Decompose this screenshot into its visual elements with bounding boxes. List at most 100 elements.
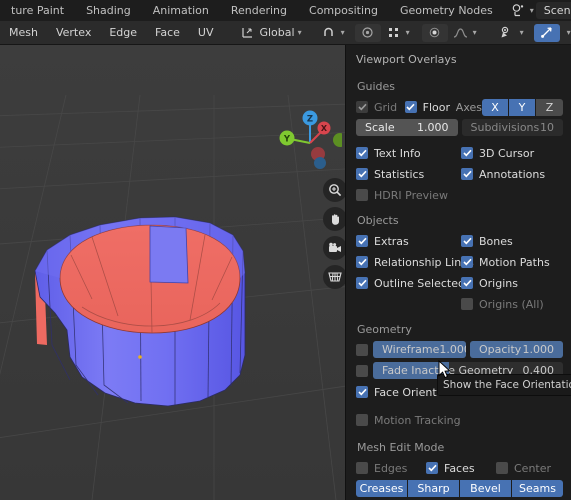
toggle-seams[interactable]: Seams — [512, 480, 563, 497]
transform-orientation-value: Global — [259, 26, 295, 39]
checkbox-wireframe[interactable] — [356, 343, 368, 356]
checkbox-floor[interactable]: Floor — [404, 101, 452, 114]
checkbox-label: Relationship Lines — [374, 255, 474, 269]
toggle-creases[interactable]: Creases — [356, 480, 408, 497]
snap-toggle[interactable]: ▾ — [316, 24, 349, 42]
checkbox-motion-paths[interactable]: Motion Paths — [461, 256, 550, 269]
mouse-cursor — [438, 359, 451, 382]
checkbox-label: 3D Cursor — [479, 146, 535, 160]
checkbox-edges[interactable]: Edges — [356, 462, 426, 475]
objects-row-4: Origins (All) — [356, 295, 563, 313]
checkbox-box — [356, 101, 368, 113]
chevron-down-icon: ▾ — [340, 28, 345, 37]
scale-value: 1.000 — [417, 121, 449, 134]
objects-row-2: Relationship Lines Motion Paths — [356, 253, 563, 271]
mesh-edit-toggle-group: Creases Sharp Bevel Seams — [356, 480, 563, 497]
checkbox-box — [356, 386, 368, 398]
workspace-tab-geometry-nodes[interactable]: Geometry Nodes — [389, 0, 504, 21]
svg-text:Y: Y — [283, 135, 291, 145]
guides-row-4: HDRI Preview — [356, 186, 563, 204]
checkbox-hdri-preview[interactable]: HDRI Preview — [356, 189, 448, 202]
checkbox-label: Edges — [374, 461, 408, 475]
checkbox-text-info[interactable]: Text Info — [356, 147, 461, 160]
checkbox-label: Bones — [479, 234, 513, 248]
blender-window: ture Paint Shading Animation Rendering C… — [0, 0, 571, 500]
scene-name-field[interactable]: Scene — [535, 2, 571, 19]
toggle-perspective-icon[interactable] — [323, 265, 345, 289]
subdivisions-field[interactable]: Subdivisions 10 — [461, 119, 563, 136]
checkbox-center[interactable]: Center — [496, 462, 551, 475]
workspace-tab-texture-paint[interactable]: ture Paint — [0, 0, 75, 21]
section-label-objects: Objects — [357, 214, 399, 227]
checkbox-statistics[interactable]: Statistics — [356, 168, 461, 181]
gizmo-toggle[interactable] — [533, 23, 560, 42]
workspace-tab-compositing[interactable]: Compositing — [298, 0, 389, 21]
toggle-bevel[interactable]: Bevel — [460, 480, 512, 497]
checkbox-label: Motion Tracking — [374, 413, 461, 427]
menu-mesh[interactable]: Mesh — [0, 21, 47, 45]
checkbox-label: Extras — [374, 234, 409, 248]
zoom-icon[interactable] — [323, 178, 345, 202]
scale-field[interactable]: Scale 1.000 — [356, 119, 458, 136]
navigation-gizmo[interactable]: Z X Y — [278, 107, 345, 169]
scene-selector[interactable]: ▾ Scene — [510, 2, 571, 19]
magnet-icon — [320, 24, 338, 42]
checkbox-relationship-lines[interactable]: Relationship Lines — [356, 256, 474, 269]
checkbox-motion-tracking[interactable]: Motion Tracking — [356, 414, 461, 427]
proportional-edit-toggle[interactable] — [354, 23, 381, 42]
checkbox-faces[interactable]: Faces — [426, 462, 496, 475]
checkbox-box — [461, 277, 473, 289]
checkbox-3d-cursor[interactable]: 3D Cursor — [461, 147, 534, 160]
checkbox-label: Text Info — [374, 146, 421, 160]
guides-numeric-row: Scale 1.000 Subdivisions 10 — [356, 119, 563, 136]
checkbox-bones[interactable]: Bones — [461, 235, 513, 248]
guides-row-1: Grid Floor Axes X Y Z — [356, 98, 563, 116]
workspace-tab-shading[interactable]: Shading — [75, 0, 142, 21]
panel-title: Viewport Overlays — [356, 53, 457, 66]
falloff-curve-dropdown[interactable]: ▾ — [448, 24, 481, 42]
menu-uv[interactable]: UV — [189, 21, 223, 45]
opacity-slider[interactable]: Opacity 1.000 — [470, 341, 563, 358]
subdivisions-label: Subdivisions — [470, 121, 540, 134]
workspace-tab-animation[interactable]: Animation — [142, 0, 220, 21]
checkbox-box — [461, 298, 473, 310]
checkbox-fade-inactive[interactable] — [356, 364, 368, 377]
3d-viewport[interactable]: Z X Y — [0, 45, 345, 500]
snap-grid-dropdown[interactable]: ▾ — [381, 24, 414, 42]
checkbox-extras[interactable]: Extras — [356, 235, 461, 248]
checkbox-box — [356, 256, 368, 268]
object-origin-dot — [138, 355, 142, 359]
checkbox-box — [461, 256, 473, 268]
top-menu-bar: ture Paint Shading Animation Rendering C… — [0, 0, 571, 21]
menu-face[interactable]: Face — [146, 21, 189, 45]
proportional-falloff-toggle[interactable] — [421, 23, 448, 42]
wireframe-value: 1.000 — [439, 343, 466, 356]
chevron-down-icon: ▾ — [405, 28, 410, 37]
camera-view-icon[interactable] — [323, 236, 345, 260]
pan-hand-icon[interactable] — [323, 207, 345, 231]
checkbox-label: Faces — [444, 461, 475, 475]
object-visibility-dropdown[interactable]: ▾ — [495, 24, 528, 42]
checkbox-box — [356, 462, 368, 474]
checkbox-outline-selected[interactable]: Outline Selected — [356, 277, 465, 290]
toggle-sharp[interactable]: Sharp — [408, 480, 460, 497]
menu-vertex[interactable]: Vertex — [47, 21, 100, 45]
workspace-tab-rendering[interactable]: Rendering — [220, 0, 298, 21]
menu-edge[interactable]: Edge — [100, 21, 146, 45]
axes-toggle-group: X Y Z — [482, 98, 563, 116]
checkbox-annotations[interactable]: Annotations — [461, 168, 545, 181]
falloff-curve-icon — [452, 24, 470, 42]
transform-orientation-dropdown[interactable]: Global ▾ — [234, 24, 305, 42]
axis-toggle-z[interactable]: Z — [536, 98, 563, 116]
checkbox-grid[interactable]: Grid — [356, 101, 405, 114]
axis-toggle-y[interactable]: Y — [509, 98, 536, 116]
axis-toggle-x[interactable]: X — [482, 98, 509, 116]
chevron-down-icon: ▾ — [297, 28, 302, 37]
checkbox-origins-all[interactable]: Origins (All) — [461, 298, 544, 311]
wireframe-slider[interactable]: Wireframe 1.000 — [373, 341, 466, 358]
axes-label: Axes — [455, 100, 482, 114]
scene-icon[interactable]: ▾ — [510, 2, 536, 19]
gizmo-dropdown[interactable]: ▾ — [560, 24, 571, 42]
scale-label: Scale — [365, 121, 395, 134]
checkbox-origins[interactable]: Origins — [461, 277, 518, 290]
